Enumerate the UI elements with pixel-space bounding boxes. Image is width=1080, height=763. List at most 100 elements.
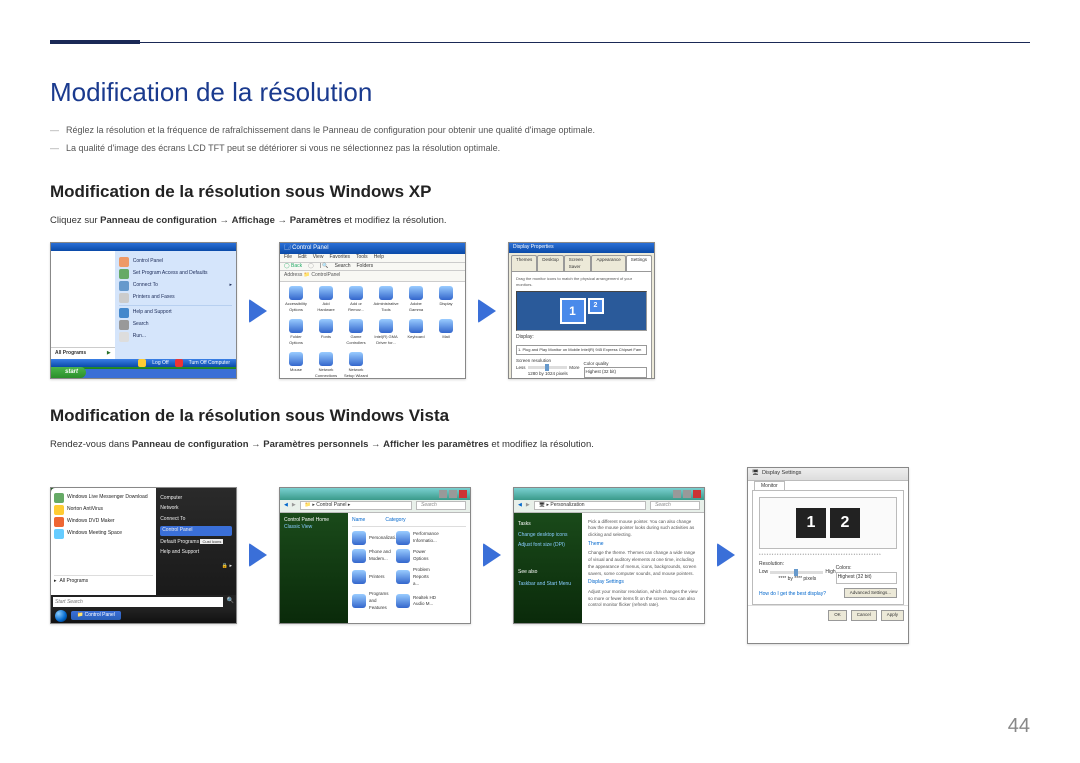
nav-fwd-icon[interactable]: ▶ xyxy=(292,502,296,510)
nav-back-icon[interactable]: ◀ xyxy=(284,502,288,510)
tab-desktop[interactable]: Desktop xyxy=(537,255,564,272)
see-also-taskbar[interactable]: Taskbar and Start Menu xyxy=(518,581,578,589)
cp-icon[interactable]: Programs and Features xyxy=(352,591,392,611)
start-button[interactable]: start xyxy=(51,367,86,378)
start-item[interactable]: Run... xyxy=(119,332,232,342)
start-item[interactable]: Connect To▸ xyxy=(119,281,232,291)
cp-icon[interactable]: Power Options xyxy=(396,549,436,563)
cp-icon[interactable]: Phone and Modem... xyxy=(352,549,392,563)
start-item-connect[interactable]: Connect To xyxy=(160,516,232,524)
cp-icon[interactable]: Game Controllers xyxy=(344,319,368,346)
cp-icon[interactable]: Add or Remov... xyxy=(344,286,368,313)
tab-screensaver[interactable]: Screen Saver xyxy=(564,255,592,272)
back-button[interactable]: ◯ Back xyxy=(284,263,302,271)
task-change-desktop-icons[interactable]: Change desktop icons xyxy=(518,532,578,540)
cp-icon[interactable]: Keyboard xyxy=(404,319,428,346)
start-item[interactable]: Search xyxy=(119,320,232,330)
nav-fwd-icon[interactable]: ▶ xyxy=(526,502,530,510)
menu-tools[interactable]: Tools xyxy=(356,254,368,262)
folders-button[interactable]: Folders xyxy=(357,263,374,271)
breadcrumb[interactable]: 🖥 ▸ Personalization xyxy=(534,501,646,511)
start-item[interactable]: Set Program Access and Defaults xyxy=(119,269,232,279)
breadcrumb[interactable]: 📁 ▸ Control Panel ▸ xyxy=(300,501,412,511)
cp-icon[interactable]: Network Connections xyxy=(314,352,338,379)
help-link[interactable]: How do I get the best display? xyxy=(759,591,826,599)
log-off-button[interactable]: Log Off xyxy=(152,360,168,368)
search-input[interactable]: Search xyxy=(416,501,466,511)
cp-icon[interactable]: Realtek HD Audio M... xyxy=(396,591,436,611)
column-name[interactable]: Name xyxy=(352,517,365,525)
cp-icon[interactable]: Mouse xyxy=(284,352,308,379)
sidebar-home[interactable]: Control Panel Home xyxy=(284,517,344,525)
cp-icon[interactable]: Personalizati... xyxy=(352,531,392,545)
menu-view[interactable]: View xyxy=(313,254,324,262)
monitor-2-icon[interactable]: 2 xyxy=(588,298,604,314)
monitor-arrangement[interactable]: 1 2 xyxy=(516,291,647,331)
start-item-default-programs[interactable]: Default Programs Cust Icons xyxy=(160,539,232,547)
start-item[interactable]: Norton AntiVirus xyxy=(54,505,153,515)
cp-icon[interactable]: Performance Informatio... xyxy=(396,531,436,545)
theme-link[interactable]: Theme xyxy=(588,541,698,549)
display-settings-link[interactable]: Display Settings xyxy=(588,579,698,587)
cp-icon[interactable]: Fonts xyxy=(314,319,338,346)
menu-help[interactable]: Help xyxy=(374,254,384,262)
ok-button[interactable]: OK xyxy=(828,610,847,621)
cp-icon[interactable]: Accessibility Options xyxy=(284,286,308,313)
all-programs-label[interactable]: All Programs xyxy=(55,350,86,358)
address-bar[interactable]: Address 📁 ControlPanel xyxy=(280,271,465,282)
search-button[interactable]: Search xyxy=(335,263,351,271)
cp-icon[interactable]: Administrative Tools xyxy=(374,286,398,313)
all-programs-button[interactable]: ▸ All Programs xyxy=(54,575,153,586)
color-dropdown[interactable]: Highest (32 bit) xyxy=(584,367,648,378)
start-item-network[interactable]: Network xyxy=(160,505,232,513)
turn-off-button[interactable]: Turn Off Computer xyxy=(189,360,230,368)
start-item[interactable]: Help and Support xyxy=(119,308,232,318)
tab-settings[interactable]: Settings xyxy=(626,255,652,272)
cp-icon[interactable]: Add Hardware xyxy=(314,286,338,313)
close-icon[interactable] xyxy=(459,490,467,498)
start-item[interactable]: Printers and Faxes xyxy=(119,293,232,303)
cp-icon[interactable]: Intel(R) GMA Driver for... xyxy=(374,319,398,346)
display-dropdown[interactable]: 1. Plug and Play Monitor on Mobile Intel… xyxy=(516,345,647,355)
search-input[interactable]: Search xyxy=(650,501,700,511)
resolution-slider[interactable] xyxy=(528,366,568,369)
start-item-control-panel[interactable]: Control Panel xyxy=(160,526,232,536)
cp-icon[interactable]: Display xyxy=(434,286,458,313)
monitor-arrangement[interactable]: 1 2 xyxy=(759,497,897,549)
sidebar-classic-view[interactable]: Classic View xyxy=(284,524,344,532)
apply-button[interactable]: Apply xyxy=(881,610,904,621)
close-icon[interactable] xyxy=(693,490,701,498)
colors-dropdown[interactable]: Highest (32 bit) xyxy=(836,572,897,584)
taskbar-button[interactable]: 📁 Control Panel xyxy=(71,611,121,621)
start-item[interactable]: Windows DVD Maker xyxy=(54,517,153,527)
cp-icon[interactable]: Adobe Gamma xyxy=(404,286,428,313)
column-category[interactable]: Category xyxy=(385,517,405,525)
cp-icon[interactable]: Network Setup Wizard xyxy=(344,352,368,379)
tab-monitor[interactable]: Monitor xyxy=(754,481,785,491)
search-icon xyxy=(119,320,129,330)
cp-icon[interactable]: Printers xyxy=(352,567,392,587)
start-item[interactable]: Windows Live Messenger Download xyxy=(54,493,153,503)
nav-back-icon[interactable]: ◀ xyxy=(518,502,522,510)
task-adjust-font-size[interactable]: Adjust font size (DPI) xyxy=(518,542,578,550)
tab-themes[interactable]: Themes xyxy=(511,255,537,272)
tab-appearance[interactable]: Appearance xyxy=(591,255,625,272)
start-item[interactable]: Windows Meeting Space xyxy=(54,529,153,539)
start-item-help[interactable]: Help and Support xyxy=(160,549,232,557)
start-search-input[interactable] xyxy=(53,597,223,607)
cp-icon[interactable]: Mail xyxy=(434,319,458,346)
start-item-control-panel[interactable]: Control Panel xyxy=(119,257,232,267)
resolution-slider[interactable] xyxy=(770,571,823,574)
monitor-1-icon[interactable]: 1 xyxy=(560,298,586,324)
menu-favorites[interactable]: Favorites xyxy=(329,254,350,262)
cp-icon[interactable]: Folder Options xyxy=(284,319,308,346)
advanced-settings-button[interactable]: Advanced Settings... xyxy=(844,588,897,599)
cp-icon[interactable]: Problem Reports a... xyxy=(396,567,436,587)
monitor-2-icon[interactable]: 2 xyxy=(830,508,860,538)
menu-file[interactable]: File xyxy=(284,254,292,262)
start-item-computer[interactable]: Computer xyxy=(160,495,232,503)
start-orb-icon[interactable] xyxy=(55,610,67,622)
monitor-1-icon[interactable]: 1 xyxy=(796,508,826,538)
cancel-button[interactable]: Cancel xyxy=(851,610,877,621)
menu-edit[interactable]: Edit xyxy=(298,254,307,262)
